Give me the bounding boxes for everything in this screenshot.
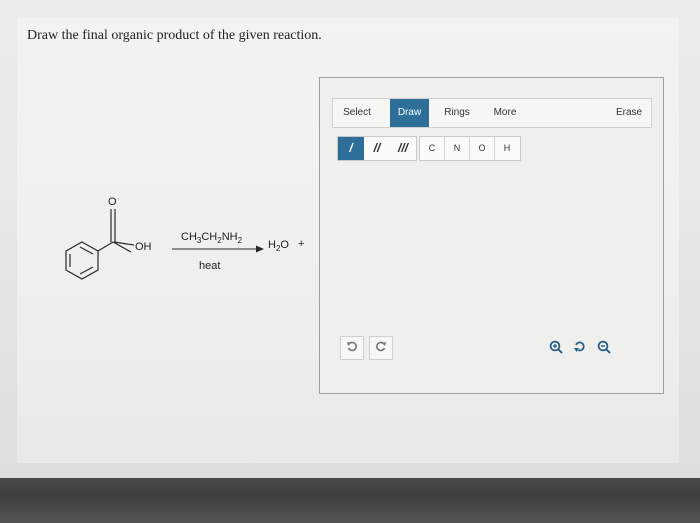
hydroxyl-label: OH [135, 241, 152, 253]
zoom-out-icon [597, 340, 611, 354]
zoom-in-button[interactable] [546, 336, 566, 358]
tab-draw[interactable]: Draw [390, 99, 429, 127]
reset-zoom-icon [574, 341, 585, 352]
tab-select[interactable]: Select [339, 99, 375, 127]
atom-oxygen-button[interactable]: O [470, 137, 495, 160]
atom-carbon-button[interactable]: C [420, 137, 445, 160]
condition-label: heat [199, 260, 221, 272]
atom-nitrogen-button[interactable]: N [445, 137, 470, 160]
single-bond-button[interactable]: / [338, 137, 364, 160]
byproduct-water: H2O [268, 239, 289, 254]
undo-icon [347, 341, 357, 352]
tab-erase[interactable]: Erase [611, 99, 647, 127]
atom-tools: C N O H [419, 136, 521, 161]
reaction-arrow [172, 245, 264, 253]
editor-toolbar: Select Draw Rings More Erase [332, 98, 652, 128]
plus-sign: + [298, 238, 305, 250]
structure-editor[interactable]: Select Draw Rings More Erase / // /// C … [319, 77, 664, 394]
tab-more[interactable]: More [488, 99, 522, 127]
redo-button[interactable] [369, 336, 393, 360]
bond-tools: / // /// [337, 136, 417, 161]
device-bottom-edge [0, 478, 700, 523]
triple-bond-button[interactable]: /// [390, 137, 416, 160]
zoom-in-icon [549, 340, 563, 354]
question-prompt: Draw the final organic product of the gi… [27, 28, 322, 43]
atom-hydrogen-button[interactable]: H [495, 137, 519, 160]
zoom-out-button[interactable] [594, 336, 614, 358]
reset-zoom-button[interactable] [570, 336, 590, 358]
double-bond-button[interactable]: // [364, 137, 390, 160]
undo-button[interactable] [340, 336, 364, 360]
reaction-scheme: O OH CH3CH2NH2 heat H2O + [40, 185, 330, 305]
tab-rings[interactable]: Rings [440, 99, 474, 127]
chain-bond-1 [97, 241, 114, 252]
oxygen-label: O [108, 196, 117, 208]
redo-icon [376, 341, 386, 352]
